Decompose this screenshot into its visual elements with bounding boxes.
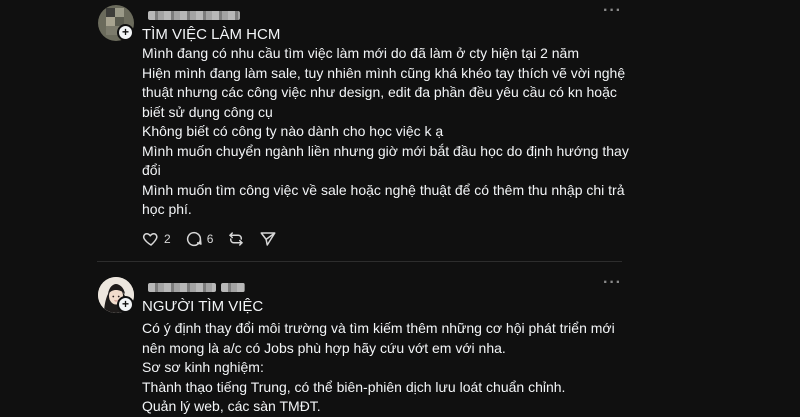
post-line: Không biết có công ty nào dành cho học v… — [142, 123, 444, 139]
more-icon[interactable]: ··· — [603, 274, 622, 292]
follow-plus-icon[interactable]: + — [117, 296, 134, 313]
post-title: TÌM VIỆC LÀM HCM — [142, 26, 281, 43]
post-line: Hiện mình đang làm sale, tuy nhiên mình … — [142, 64, 626, 81]
post-line: thuật nhưng các công việc như design, ed… — [142, 84, 617, 100]
post-title: NGƯỜI TÌM VIỆC — [142, 298, 264, 315]
reply-count: 6 — [206, 232, 214, 246]
post-line: Mình muốn chuyển ngành liền nhưng giờ mớ… — [142, 142, 629, 159]
post-line: biết sử dụng công cụ — [142, 103, 273, 120]
follow-plus-icon[interactable]: + — [117, 24, 134, 41]
post-line: Mình muốn tìm công việc về sale hoặc ngh… — [142, 181, 625, 198]
post-line: học phí. — [142, 201, 192, 217]
reply-button[interactable]: 6 — [185, 230, 214, 248]
send-icon — [259, 230, 277, 248]
share-button[interactable] — [259, 230, 277, 248]
username-blurred-suffix — [221, 283, 245, 292]
post-line: Sơ sơ kinh nghiệm: — [142, 359, 264, 375]
thread-post-1: + ··· TÌM VIỆC LÀM HCM Mình đang có nhu … — [0, 0, 800, 262]
comment-icon — [185, 230, 203, 248]
heart-icon — [142, 230, 160, 248]
post-line: Có ý định thay đổi môi trường và tìm kiế… — [142, 320, 615, 336]
like-button[interactable]: 2 — [142, 230, 171, 248]
repost-icon — [227, 230, 245, 248]
username-blurred[interactable] — [148, 11, 240, 20]
post-body: Mình đang có nhu cầu tìm việc làm mới do… — [142, 44, 632, 220]
like-count: 2 — [164, 232, 171, 246]
more-icon[interactable]: ··· — [603, 2, 622, 20]
post-actions: 2 6 — [142, 229, 291, 249]
post-line: Mình đang có nhu cầu tìm việc làm mới do… — [142, 45, 580, 61]
post-line: Thành thạo tiếng Trung, có thể biên-phiê… — [142, 378, 566, 395]
post-line: đổi — [142, 162, 161, 178]
post-line: nên mong là a/c có Jobs phù hợp hãy cứu … — [142, 339, 506, 356]
username-blurred[interactable] — [148, 283, 216, 292]
post-body: Có ý định thay đổi môi trường và tìm kiế… — [142, 319, 632, 417]
repost-button[interactable] — [227, 230, 245, 248]
